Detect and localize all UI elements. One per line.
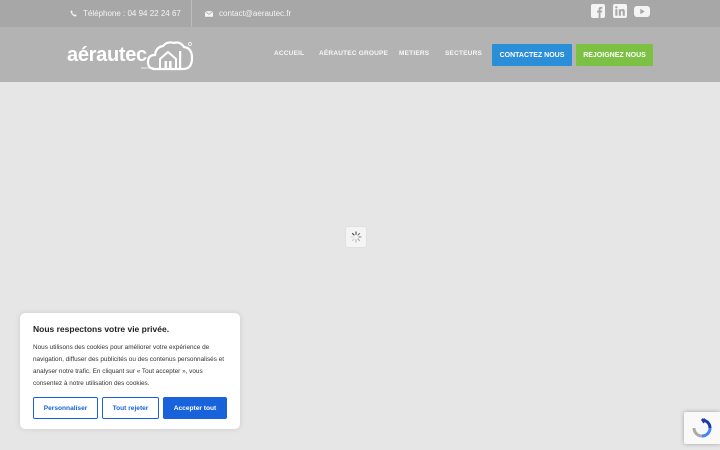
accept-all-button[interactable]: Accepter tout: [163, 397, 227, 419]
logo-wordmark: aérautec: [67, 43, 147, 66]
contact-us-button[interactable]: CONTACTEZ NOUS: [492, 44, 572, 66]
logo-subtitle: GROUPE: [141, 66, 155, 70]
facebook-icon[interactable]: [591, 4, 605, 18]
site-logo[interactable]: aérautec: [67, 38, 194, 72]
email-contact[interactable]: contact@aerautec.fr: [205, 0, 291, 27]
cookie-description: Nous utilisons des cookies pour améliore…: [33, 344, 225, 387]
loading-spinner-icon: [346, 227, 366, 247]
envelope-icon: [205, 10, 213, 17]
recaptcha-badge[interactable]: [684, 412, 720, 444]
cookie-consent-banner: Nous respectons votre vie privée. Nous u…: [20, 313, 240, 429]
customize-button[interactable]: Personnaliser: [33, 397, 98, 419]
email-label: contact@aerautec.fr: [219, 9, 292, 18]
nav-aerautec-groupe[interactable]: AÉRAUTEC GROUPE: [319, 50, 388, 57]
recaptcha-icon: [692, 418, 712, 438]
nav-secteurs[interactable]: SECTEURS: [445, 50, 482, 57]
linkedin-icon[interactable]: [613, 4, 627, 18]
youtube-icon[interactable]: [634, 4, 650, 18]
join-us-button[interactable]: REJOIGNEZ NOUS: [576, 44, 653, 66]
top-bar: Téléphone : 04 94 22 24 67 contact@aerau…: [0, 0, 720, 27]
topbar-divider: [191, 0, 192, 27]
phone-contact[interactable]: Téléphone : 04 94 22 24 67: [70, 0, 181, 27]
nav-accueil[interactable]: ACCUEIL: [274, 50, 304, 57]
phone-icon: [70, 10, 77, 17]
cookie-title: Nous respectons votre vie privée.: [33, 324, 170, 334]
phone-label: Téléphone : 04 94 22 24 67: [83, 9, 181, 18]
reject-all-button[interactable]: Tout rejeter: [102, 397, 159, 419]
nav-metiers[interactable]: METIERS: [399, 50, 429, 57]
